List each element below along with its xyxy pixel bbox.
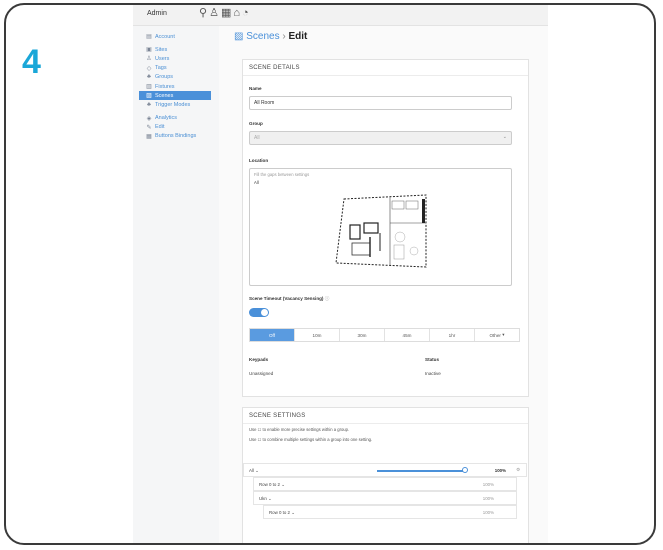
keypads-label: Keypads (249, 357, 269, 362)
account-icon: ▤ (146, 34, 152, 41)
status-value: Inactive (425, 371, 441, 376)
row-name: Row 0 to 2 ⌄ (269, 510, 295, 515)
chevron-down-icon: ⌄ (502, 134, 507, 140)
timeout-option-45m[interactable]: 45m (385, 329, 430, 341)
timeout-option-10m[interactable]: 10m (295, 329, 340, 341)
level-value: 100% (494, 468, 506, 473)
chevron-down-icon[interactable]: ⌄ (291, 510, 295, 515)
sidebar-item-scenes[interactable]: ▨ Scenes (139, 91, 211, 101)
location-hint: Fill the gaps between settings (254, 172, 310, 177)
status-label: Status (425, 357, 440, 362)
breadcrumb-scenes[interactable]: Scenes (246, 31, 279, 42)
user-menu[interactable]: Admin (147, 10, 167, 17)
sidebar-item-edit[interactable]: ✎ Edit (133, 123, 219, 132)
edit-icon: ✎ (146, 124, 152, 131)
breadcrumb-current: Edit (288, 31, 308, 42)
settings-row[interactable]: Ukn ⌄ 100% (253, 491, 517, 505)
settings-icon[interactable]: ⚙ (516, 467, 520, 473)
users-icon: ♙ (146, 56, 152, 63)
top-icons: ⚲♙▦⌂◔ (199, 6, 251, 19)
chevron-down-icon[interactable]: ⌄ (281, 482, 285, 487)
floor-plan-map[interactable] (330, 193, 440, 273)
timeout-option-other[interactable]: Other ▾ (475, 329, 519, 341)
analytics-icon: ◈ (146, 115, 152, 122)
bell-icon[interactable]: ◔ (242, 7, 251, 19)
settings-hint-2: Use ☐ to combine multiple settings withi… (249, 437, 373, 442)
tag-icon: ◇ (146, 65, 152, 72)
sidebar-item-trigger-modes[interactable]: ♣ Trigger Modes (133, 100, 219, 109)
settings-row[interactable]: Row 0 to 2 ⌄ 100% (253, 477, 517, 491)
fixtures-icon: ▥ (146, 84, 152, 91)
sidebar-item-fixtures[interactable]: ▥ Fixtures (133, 82, 219, 91)
location-map-box[interactable]: Fill the gaps between settings All (249, 168, 512, 286)
chevron-down-icon[interactable]: ⌄ (255, 468, 259, 473)
level-slider[interactable] (377, 467, 468, 473)
app-window: Admin ⚲♙▦⌂◔ ▤ Account ▣ Sites ♙ Users ◇ Tags… (133, 5, 548, 543)
trigger-icon: ♣ (147, 101, 151, 108)
user-icon[interactable]: ♙ (209, 7, 221, 19)
sidebar-item-groups[interactable]: ♣ Groups (133, 73, 219, 82)
page-title: ▨ Scenes › Edit (234, 31, 307, 42)
row-name: Row 0 to 2 ⌄ (259, 482, 285, 487)
timeout-option-30m[interactable]: 30m (340, 329, 385, 341)
buttons-icon: ▦ (146, 133, 152, 140)
keypads-value: Unassigned (249, 371, 274, 376)
settings-hint-1: Use ☐ to enable more precise settings wi… (249, 427, 350, 432)
group-label: Group (249, 121, 263, 126)
row-value: 100% (482, 510, 494, 515)
timeout-option-1hr[interactable]: 1hr (430, 329, 475, 341)
scene-settings-title: SCENE SETTINGS (243, 408, 528, 424)
sidebar-item-buttons-bindings[interactable]: ▦ Buttons Bindings (133, 132, 219, 141)
group-select[interactable]: All ⌄ (249, 131, 512, 145)
sidebar-item-users[interactable]: ♙ Users (133, 54, 219, 63)
group-value: All (254, 135, 260, 141)
grid-icon[interactable]: ▦ (221, 7, 233, 19)
chevron-down-icon: ▾ (502, 332, 505, 337)
sidebar-item-tags[interactable]: ◇ Tags (133, 64, 219, 73)
sidebar-item-sites[interactable]: ▣ Sites (133, 45, 219, 54)
location-label: Location (249, 158, 269, 163)
row-name: All ⌄ (249, 468, 259, 473)
location-value: All (254, 180, 259, 185)
scene-settings-panel: SCENE SETTINGS Use ☐ to enable more prec… (242, 407, 529, 543)
timeout-label: Scene Timeout (Vacancy Sensing) ⓘ (249, 296, 330, 301)
groups-icon: ♣ (147, 74, 151, 81)
name-label: Name (249, 86, 262, 91)
timeout-selector: Off 10m 30m 45m 1hr Other ▾ (249, 328, 520, 342)
step-number: 4 (22, 43, 41, 81)
settings-row[interactable]: Row 0 to 2 ⌄ 100% (263, 505, 517, 519)
row-name: Ukn ⌄ (259, 496, 272, 501)
scenes-icon: ▨ (234, 31, 244, 42)
settings-row-root[interactable]: All ⌄ 100% ⚙ (243, 463, 527, 477)
scenes-icon: ▨ (146, 93, 152, 100)
row-value: 100% (482, 482, 494, 487)
scene-details-title: SCENE DETAILS (243, 60, 528, 76)
sites-icon: ▣ (146, 47, 152, 54)
breadcrumb-separator: › (282, 31, 286, 42)
timeout-toggle[interactable] (249, 308, 269, 317)
top-bar: Admin ⚲♙▦⌂◔ (133, 5, 548, 26)
slider-thumb[interactable] (462, 467, 468, 473)
building-icon[interactable]: ⌂ (233, 7, 242, 19)
toggle-knob (261, 309, 268, 316)
sidebar-item-account[interactable]: ▤ Account (133, 32, 219, 41)
chevron-down-icon[interactable]: ⌄ (268, 496, 272, 501)
name-input[interactable]: All Room (249, 96, 512, 110)
sidebar: ▤ Account ▣ Sites ♙ Users ◇ Tags ♣ Groups ▥ Fi… (133, 26, 219, 543)
timeout-option-off[interactable]: Off (250, 329, 295, 341)
pin-icon[interactable]: ⚲ (199, 7, 209, 19)
tutorial-card: 4 Admin ⚲♙▦⌂◔ ▤ Account ▣ Sites ♙ Users ◇ Ta… (4, 3, 656, 545)
info-icon[interactable]: ⓘ (325, 296, 330, 301)
row-value: 100% (482, 496, 494, 501)
scene-details-panel: SCENE DETAILS Name All Room Group All ⌄ … (242, 59, 529, 397)
sidebar-item-analytics[interactable]: ◈ Analytics (133, 114, 219, 123)
